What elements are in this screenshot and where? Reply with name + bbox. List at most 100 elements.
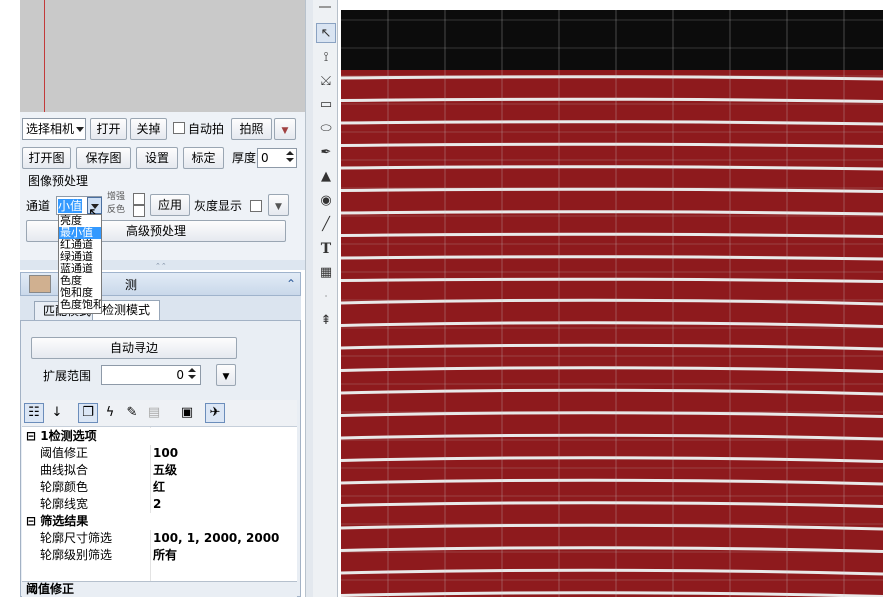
table-icon[interactable]: ▦ xyxy=(316,263,336,283)
collapse-arrow-icon: ▼ xyxy=(222,372,230,382)
pointer-icon[interactable]: ↖ xyxy=(316,23,336,43)
capture-button[interactable]: 拍照 xyxy=(231,118,272,140)
property-row[interactable]: 轮廓颜色 红 xyxy=(22,479,297,496)
thickness-label: 厚度 xyxy=(232,151,257,165)
expand-toggle-button[interactable]: ▼ xyxy=(274,118,296,140)
apply-button[interactable]: 应用 xyxy=(150,194,190,216)
enhance-checkbox[interactable] xyxy=(133,193,145,205)
property-key: 轮廓尺寸筛选 xyxy=(40,531,113,545)
enhance-label: 增强 xyxy=(107,192,126,202)
ellipse-icon[interactable]: ⬭ xyxy=(316,119,336,139)
save-image-button[interactable]: 保存图 xyxy=(76,147,131,169)
line-icon[interactable]: ╱ xyxy=(316,215,336,235)
collapse-arrow-icon: ▼ xyxy=(275,202,282,212)
detect-menu-button[interactable]: ▼ xyxy=(216,364,236,386)
bezier-icon[interactable]: ⤩ xyxy=(316,72,336,92)
property-value[interactable]: 2 xyxy=(153,496,161,513)
open-image-button[interactable]: 打开图 xyxy=(22,147,71,169)
thickness-spinner[interactable] xyxy=(285,148,295,168)
thickness-value: 0 xyxy=(261,151,269,165)
fabric-area xyxy=(341,70,883,597)
property-key: 轮廓级别筛选 xyxy=(40,548,113,562)
property-value[interactable]: 100 xyxy=(153,445,178,462)
channel-option[interactable]: 绿通道 xyxy=(59,251,101,263)
property-value[interactable]: 所有 xyxy=(153,547,177,564)
property-row[interactable]: 轮廓线宽 2 xyxy=(22,496,297,513)
channel-option[interactable]: 蓝通道 xyxy=(59,263,101,275)
invert-label: 反色 xyxy=(107,205,126,215)
category-title: 筛选结果 xyxy=(40,514,89,528)
rectangle-icon[interactable]: ▭ xyxy=(316,95,336,115)
extend-range-spinner[interactable] xyxy=(187,365,197,385)
categorized-icon[interactable]: ☷ xyxy=(24,403,44,423)
channel-option[interactable]: 最小值 xyxy=(59,227,101,239)
left-panel: 选择相机 打开 关掉 自动拍 拍照 ▼ 打开图 保存图 设置 标定 厚度 0 图… xyxy=(0,0,305,597)
property-key: 阈值修正 xyxy=(40,446,89,460)
category-filter-results[interactable]: ⊟ 筛选结果 xyxy=(22,513,297,530)
chevron-down-icon xyxy=(76,127,84,132)
channel-option[interactable]: 亮度 xyxy=(59,215,101,227)
property-toolbar: ☷ ↓ ❐ ϟ ✎ ▤ ▣ ✈ xyxy=(22,400,297,426)
channel-option[interactable]: 色度饱和 xyxy=(59,299,101,311)
tab-detect-mode[interactable]: 检测模式 xyxy=(92,300,160,322)
gray-display-label: 灰度显示 xyxy=(194,199,243,213)
property-value[interactable]: 红 xyxy=(153,479,165,496)
chevron-up-icon[interactable]: ⌃ xyxy=(286,276,296,292)
open-camera-button[interactable]: 打开 xyxy=(90,118,127,140)
property-grid: ⊟ 1检测选项 阈值修正 100 曲线拟合 五级 轮廓颜色 红 轮廓线宽 2 ⊟ 筛选结… xyxy=(22,426,297,581)
property-value[interactable]: 100, 1, 2000, 2000 xyxy=(153,530,279,547)
settings-button[interactable]: 设置 xyxy=(136,147,178,169)
pen-icon[interactable]: ✒ xyxy=(316,143,336,163)
auto-capture-label: 自动拍 xyxy=(188,122,225,136)
close-camera-button[interactable]: 关掉 xyxy=(130,118,167,140)
property-value[interactable]: 五级 xyxy=(153,462,177,479)
events-icon[interactable]: ϟ xyxy=(100,403,120,423)
channel-option[interactable]: 色度 xyxy=(59,275,101,287)
grip-icon[interactable] xyxy=(319,6,331,8)
node-edit-icon[interactable]: ⟟ xyxy=(316,48,336,68)
properties-icon[interactable]: ❐ xyxy=(78,403,98,423)
property-key: 曲线拟合 xyxy=(40,463,89,477)
extend-range-input[interactable]: 0 xyxy=(101,365,201,385)
property-row[interactable]: 阈值修正 100 xyxy=(22,445,297,462)
property-description: 阈值修正 xyxy=(22,581,297,597)
channel-option[interactable]: 饱和度 xyxy=(59,287,101,299)
gray-display-checkbox[interactable] xyxy=(250,200,262,212)
category-title: 1检测选项 xyxy=(40,429,97,443)
save-icon[interactable]: ▣ xyxy=(177,403,197,423)
collapse-box-icon[interactable]: ⊟ xyxy=(26,429,40,443)
extend-range-label: 扩展范围 xyxy=(43,369,92,383)
drawing-toolbox: ↖ ⟟ ⤩ ▭ ⬭ ✒ ▲ ◉ ╱ T ▦ · ⇞ xyxy=(313,0,338,597)
camera-icon[interactable]: ◉ xyxy=(316,191,336,211)
dot-icon[interactable]: · xyxy=(316,287,336,307)
pages-icon[interactable]: ▤ xyxy=(144,403,164,423)
category-detect-options[interactable]: ⊟ 1检测选项 xyxy=(22,428,297,445)
channel-select-value: 小值 xyxy=(58,199,83,213)
panel-divider[interactable] xyxy=(305,0,313,597)
triangle-icon[interactable]: ▲ xyxy=(316,167,336,187)
wrench-icon[interactable]: ✎ xyxy=(122,403,142,423)
avatar xyxy=(29,275,51,293)
camera-select-value: 选择相机 xyxy=(26,122,75,136)
connector-icon[interactable]: ⇞ xyxy=(316,311,336,331)
auto-capture-checkbox[interactable] xyxy=(173,122,185,134)
collapse-box-icon[interactable]: ⊟ xyxy=(26,514,40,528)
channel-label: 通道 xyxy=(26,199,51,213)
auto-edge-button[interactable]: 自动寻边 xyxy=(31,337,237,359)
property-row[interactable]: 轮廓级别筛选 所有 xyxy=(22,547,297,564)
collapse-arrow-icon: ▼ xyxy=(281,126,289,136)
property-row[interactable]: 轮廓尺寸筛选 100, 1, 2000, 2000 xyxy=(22,530,297,547)
sort-az-icon[interactable]: ↓ xyxy=(47,403,67,423)
fabric-image xyxy=(341,0,883,597)
text-icon[interactable]: T xyxy=(316,239,336,259)
preview-guide-line xyxy=(44,0,45,112)
invert-checkbox[interactable] xyxy=(133,205,145,217)
calibrate-button[interactable]: 标定 xyxy=(183,147,224,169)
image-canvas[interactable] xyxy=(341,0,883,597)
preprocess-menu-button[interactable]: ▼ xyxy=(268,194,289,216)
property-row[interactable]: 曲线拟合 五级 xyxy=(22,462,297,479)
pin-icon[interactable]: ✈ xyxy=(205,403,225,423)
channel-dropdown-list[interactable]: 亮度 最小值 红通道 绿通道 蓝通道 色度 饱和度 色度饱和 xyxy=(58,214,102,314)
channel-option[interactable]: 红通道 xyxy=(59,239,101,251)
canvas-top-strip xyxy=(341,0,883,10)
